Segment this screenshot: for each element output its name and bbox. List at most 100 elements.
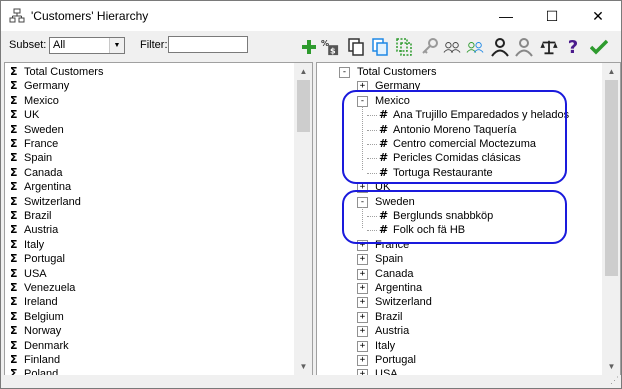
list-item[interactable]: Σ Germany [10, 79, 69, 93]
key-icon[interactable] [421, 37, 439, 57]
tree-node-label: Italy [375, 339, 396, 352]
list-item-label: Austria [24, 224, 59, 237]
sigma-icon: Σ [10, 194, 18, 208]
add-icon[interactable] [300, 37, 318, 57]
scale-icon[interactable] [540, 37, 558, 57]
sigma-icon: Σ [10, 151, 18, 165]
maximize-icon: ☐ [545, 7, 559, 24]
list-item[interactable]: Σ Sweden [10, 123, 64, 137]
minimize-button[interactable]: — [483, 1, 529, 31]
list-item-label: France [24, 138, 59, 150]
list-item[interactable]: Σ Argentina [10, 180, 71, 194]
user-icon[interactable] [491, 37, 509, 57]
tree-node-row[interactable]: ΣAustria [361, 324, 409, 338]
filter-label: Filter: [140, 39, 168, 51]
maximize-button[interactable]: ☐ [529, 1, 575, 31]
tree-node-row[interactable]: ΣArgentina [361, 281, 422, 295]
sigma-icon: Σ [10, 79, 18, 93]
list-item-label: Germany [24, 80, 70, 93]
list-item[interactable]: Σ Switzerland [10, 195, 81, 209]
available-elements-list[interactable]: Σ Total Customers Σ Germany Σ Mexico Σ UK Σ Swede… [4, 62, 313, 376]
list-item[interactable]: Σ Denmark [10, 339, 69, 353]
list-item[interactable]: Σ Portugal [10, 252, 65, 266]
list-item[interactable]: Σ Venezuela [10, 281, 75, 295]
paste-icon[interactable] [371, 37, 389, 57]
list-item[interactable]: Σ Belgium [10, 310, 64, 324]
sigma-icon: Σ [10, 180, 18, 194]
right-scroll-thumb[interactable] [605, 80, 618, 276]
users-icon[interactable] [443, 37, 461, 57]
sigma-icon: Σ [10, 252, 18, 266]
sigma-icon: Σ [10, 108, 18, 122]
window-title: 'Customers' Hierarchy [31, 9, 149, 23]
list-item[interactable]: Σ Canada [10, 166, 63, 180]
paste-dashed-icon[interactable] [395, 37, 413, 57]
tree-node-row[interactable]: ΣSwitzerland [361, 295, 432, 309]
scroll-up-icon[interactable]: ▲ [295, 63, 312, 80]
list-item-label: Switzerland [24, 195, 81, 208]
expand-icon[interactable]: + [357, 283, 368, 294]
collapse-icon[interactable]: - [339, 67, 350, 78]
list-item[interactable]: Σ Brazil [10, 209, 52, 223]
tree-node-label: Total Customers [357, 66, 437, 78]
expand-icon[interactable]: + [357, 297, 368, 309]
minimize-icon: — [499, 8, 513, 24]
close-button[interactable]: ✕ [575, 1, 621, 31]
users-green-icon[interactable] [466, 37, 484, 57]
list-item-label: Brazil [24, 210, 52, 222]
user-gray-icon[interactable] [515, 37, 533, 57]
expand-icon[interactable]: + [357, 326, 368, 338]
list-item-label: Denmark [24, 339, 69, 352]
expand-icon[interactable]: + [357, 268, 368, 280]
tree-node-row[interactable]: ΣTotal Customers [343, 65, 436, 79]
expand-icon[interactable]: + [357, 254, 368, 266]
chevron-down-icon[interactable]: ▼ [109, 38, 124, 53]
list-item[interactable]: Σ Austria [10, 223, 58, 237]
help-icon[interactable]: ? [564, 37, 582, 58]
list-item[interactable]: Σ Spain [10, 151, 52, 165]
list-item-label: Canada [24, 166, 63, 179]
expand-icon[interactable]: + [357, 340, 368, 352]
list-item[interactable]: Σ Ireland [10, 295, 58, 309]
check-icon[interactable] [590, 37, 608, 57]
filter-input[interactable] [168, 36, 248, 53]
tree-node-row[interactable]: ΣCanada [361, 267, 414, 281]
mexico-highlight-callout [342, 90, 567, 184]
tree-node-label: Spain [375, 253, 404, 266]
copy-icon[interactable] [347, 37, 365, 57]
scroll-down-icon[interactable]: ▼ [295, 358, 312, 375]
title-bar[interactable]: 'Customers' Hierarchy — ☐ ✕ [1, 1, 621, 31]
tree-node-row[interactable]: ΣPortugal [361, 353, 416, 367]
sweden-highlight-callout [342, 190, 567, 244]
list-item[interactable]: Σ France [10, 137, 58, 151]
scroll-up-icon[interactable]: ▲ [603, 63, 620, 80]
list-item[interactable]: Σ Norway [10, 324, 61, 338]
list-item[interactable]: Σ UK [10, 108, 39, 122]
subset-label: Subset: [9, 39, 47, 51]
svg-text:%: % [321, 38, 329, 48]
list-item[interactable]: Σ Finland [10, 353, 60, 367]
tree-node-label: Switzerland [375, 296, 432, 309]
percent-calc-icon[interactable]: % $ [321, 37, 339, 57]
list-item[interactable]: Σ Italy [10, 238, 44, 252]
list-item[interactable]: Σ Mexico [10, 94, 59, 108]
right-vertical-scrollbar[interactable]: ▲ ▼ [602, 63, 620, 375]
scroll-down-icon[interactable]: ▼ [603, 358, 620, 375]
left-scroll-thumb[interactable] [297, 80, 310, 132]
expand-icon[interactable]: + [357, 311, 368, 323]
list-item-label: Portugal [24, 253, 65, 266]
list-item-label: Italy [24, 238, 45, 251]
subset-dropdown[interactable]: All ▼ [49, 37, 125, 54]
list-item-label: UK [24, 109, 40, 122]
left-vertical-scrollbar[interactable]: ▲ ▼ [294, 63, 312, 375]
sigma-icon: Σ [10, 165, 18, 179]
list-item[interactable]: Σ USA [10, 267, 47, 281]
sigma-icon: Σ [10, 309, 18, 323]
expand-icon[interactable]: + [357, 355, 368, 366]
list-item-label: Venezuela [24, 282, 76, 294]
list-item[interactable]: Σ Total Customers [10, 65, 103, 79]
resize-grip-icon[interactable]: ⋰ [610, 375, 619, 386]
tree-node-label: Argentina [375, 282, 423, 294]
list-item-label: Mexico [24, 94, 59, 107]
sigma-icon: Σ [10, 65, 18, 78]
